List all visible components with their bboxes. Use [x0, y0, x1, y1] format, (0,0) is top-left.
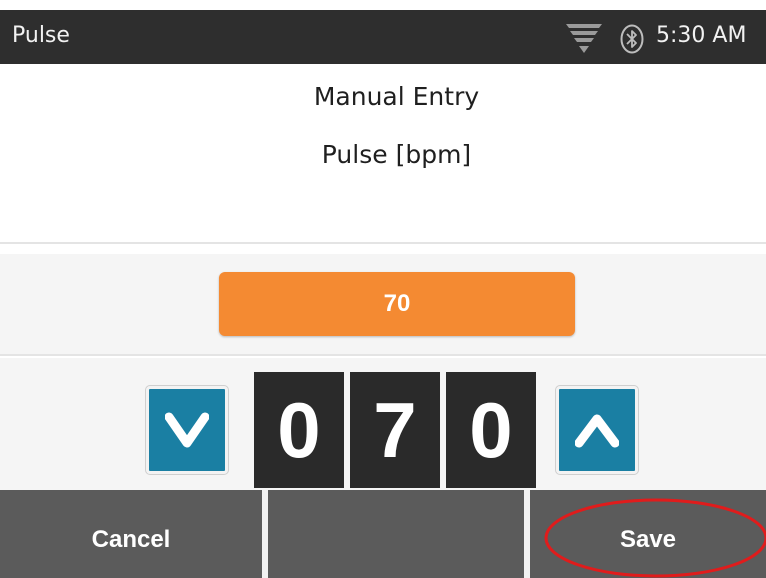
entry-subtitle: Pulse [bpm]	[321, 140, 472, 169]
chevron-down-icon	[165, 412, 209, 448]
entry-heading: Manual Entry Pulse [bpm]	[0, 64, 766, 240]
pulse-manual-entry-screen: Pulse 5:30 AM Manual Entry Pulse [bpm] 7…	[0, 0, 766, 578]
digit-hundreds[interactable]: 0	[254, 372, 344, 488]
empty-action-button[interactable]	[268, 490, 524, 578]
entry-title: Manual Entry	[313, 82, 480, 111]
current-value-display: 70	[219, 272, 575, 336]
bluetooth-icon	[620, 24, 644, 54]
cancel-button[interactable]: Cancel	[0, 490, 262, 578]
chevron-up-icon	[575, 414, 619, 448]
signal-strength-icon	[566, 24, 602, 53]
clock: 5:30 AM	[656, 23, 747, 48]
divider	[0, 242, 766, 244]
digit-ones[interactable]: 0	[446, 372, 536, 488]
digit-tens[interactable]: 7	[350, 372, 440, 488]
screen-title: Pulse	[12, 23, 70, 48]
status-bar: Pulse 5:30 AM	[0, 10, 766, 64]
increment-button[interactable]	[556, 386, 638, 474]
divider	[0, 354, 766, 356]
save-highlight-ring	[544, 498, 766, 578]
decrement-button[interactable]	[146, 386, 228, 474]
